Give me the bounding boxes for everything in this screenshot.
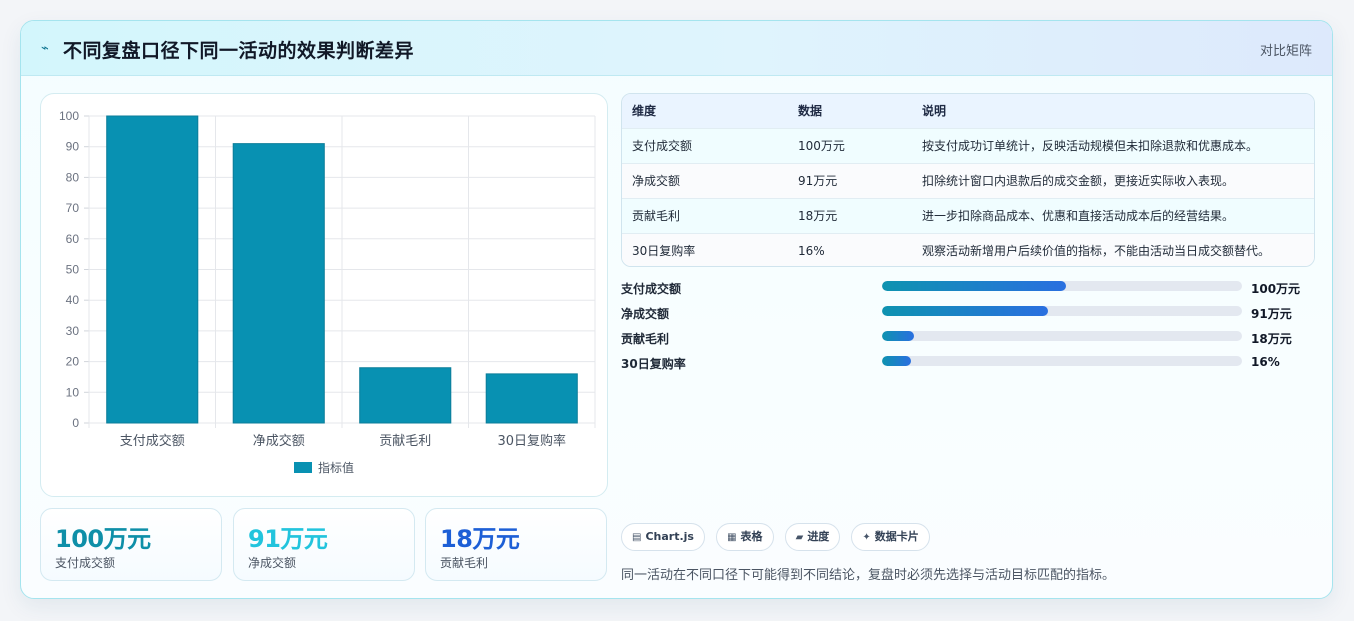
kpi-label: 支付成交额	[55, 556, 116, 570]
table-cell: 16%	[798, 243, 825, 258]
table-cell: 进一步扣除商品成本、优惠和直接活动成本后的经营结果。	[922, 209, 1235, 223]
legend-label: 指标值	[318, 460, 354, 475]
progress-fill	[882, 356, 911, 366]
metrics-table: 维度 数据 说明 支付成交额 100万元 按支付成功订单统计，反映活动规模但未扣…	[621, 93, 1315, 267]
table-row: 净成交额 91万元 扣除统计窗口内退款后的成交金额，更接近实际收入表现。	[622, 163, 1314, 198]
progress-value: 91万元	[1251, 307, 1292, 321]
card-header: ⌁ 不同复盘口径下同一活动的效果判断差异 对比矩阵	[21, 21, 1332, 76]
feature-chips: ▤ Chart.js ▦ 表格 ▰ 进度 ✦ 数据卡片	[621, 523, 936, 551]
kpi-label: 净成交额	[248, 556, 297, 570]
progress-label: 净成交额	[621, 307, 670, 321]
table-cell: 91万元	[798, 174, 838, 188]
y-tick-label: 90	[66, 140, 80, 154]
progress-value: 16%	[1251, 355, 1280, 369]
progress-value: 100万元	[1251, 282, 1301, 296]
progress-track	[882, 331, 1242, 341]
table-row: 贡献毛利 18万元 进一步扣除商品成本、优惠和直接活动成本后的经营结果。	[622, 198, 1314, 233]
bar-chart: 0 10 20 30 40 50 60 70 80 90 100 支付成交额 净成交额 贡献毛利 30日复购…	[59, 109, 596, 475]
x-tick-label: 30日复购率	[497, 433, 566, 449]
chip-data-card[interactable]: ✦ 数据卡片	[851, 523, 930, 551]
chip-label: 数据卡片	[874, 530, 919, 543]
column-header: 维度	[632, 104, 657, 119]
column-header: 说明	[922, 104, 947, 119]
chip-label: 进度	[807, 530, 830, 543]
comparison-card: ⌁ 不同复盘口径下同一活动的效果判断差异 对比矩阵 0 10 20 30 40 50 60 7…	[20, 20, 1333, 599]
chip-chartjs[interactable]: ▤ Chart.js	[621, 523, 705, 551]
table-cell: 扣除统计窗口内退款后的成交金额，更接近实际收入表现。	[922, 174, 1235, 188]
chart-icon: ▤	[632, 532, 642, 543]
y-tick-label: 40	[66, 293, 80, 307]
table-cell: 净成交额	[632, 174, 681, 188]
y-tick-label: 50	[66, 263, 80, 277]
y-tick-label: 10	[66, 385, 80, 399]
progress-label: 支付成交额	[621, 282, 682, 296]
x-tick-label: 净成交额	[253, 433, 305, 449]
chip-table[interactable]: ▦ 表格	[716, 523, 774, 551]
table-row: 30日复购率 16% 观察活动新增用户后续价值的指标，不能由活动当日成交额替代。	[622, 233, 1314, 266]
progress-row: 贡献毛利 18万元	[621, 327, 1315, 352]
x-tick-label: 贡献毛利	[379, 434, 431, 449]
legend-swatch	[294, 462, 312, 473]
kpi-card-net: 91万元 净成交额	[233, 508, 415, 581]
table-cell: 100万元	[798, 139, 845, 153]
progress-value: 18万元	[1251, 332, 1292, 346]
y-tick-label: 30	[66, 324, 80, 338]
table-row: 支付成交额 100万元 按支付成功订单统计，反映活动规模但未扣除退款和优惠成本。	[622, 128, 1314, 163]
kpi-value: 91万元	[248, 525, 328, 553]
footnote: 同一活动在不同口径下可能得到不同结论，复盘时必须先选择与活动目标匹配的指标。	[621, 568, 1116, 583]
bar	[106, 115, 199, 424]
x-tick-label: 支付成交额	[120, 433, 185, 449]
column-header: 数据	[798, 104, 823, 119]
kpi-card-gmv: 100万元 支付成交额	[40, 508, 222, 581]
progress-label: 30日复购率	[621, 357, 686, 371]
sparkle-icon: ✦	[862, 532, 871, 543]
y-tick-label: 0	[72, 416, 79, 430]
trend-icon: ⌁	[41, 41, 49, 56]
progress-row: 30日复购率 16%	[621, 352, 1315, 377]
chip-label: 表格	[740, 530, 763, 543]
table-cell: 30日复购率	[632, 244, 696, 259]
progress-label: 贡献毛利	[621, 332, 670, 346]
progress-icon: ▰	[795, 532, 804, 543]
table-cell: 观察活动新增用户后续价值的指标，不能由活动当日成交额替代。	[922, 244, 1271, 259]
kpi-label: 贡献毛利	[440, 556, 489, 570]
kpi-value: 18万元	[440, 525, 520, 553]
kpi-value: 100万元	[55, 525, 151, 553]
table-cell: 按支付成功订单统计，反映活动规模但未扣除退款和优惠成本。	[922, 139, 1259, 153]
progress-row: 支付成交额 100万元	[621, 277, 1315, 302]
y-tick-label: 70	[66, 201, 80, 215]
y-tick-label: 20	[66, 355, 80, 369]
table-cell: 支付成交额	[632, 139, 693, 153]
progress-track	[882, 281, 1242, 291]
progress-track	[882, 306, 1242, 316]
kpi-card-margin: 18万元 贡献毛利	[425, 508, 607, 581]
bar-chart-panel: 0 10 20 30 40 50 60 70 80 90 100 支付成交额 净成交额 贡献毛利 30日复购…	[40, 93, 608, 497]
progress-row: 净成交额 91万元	[621, 302, 1315, 327]
table-cell: 贡献毛利	[632, 209, 681, 223]
table-icon: ▦	[727, 532, 737, 543]
page-title: 不同复盘口径下同一活动的效果判断差异	[63, 40, 415, 62]
table-cell: 18万元	[798, 209, 838, 223]
header-tag: 对比矩阵	[1259, 44, 1312, 59]
y-tick-label: 80	[66, 170, 80, 184]
progress-list: 支付成交额 100万元 净成交额 91万元 贡献毛利 18万元 30日复购率 1…	[621, 277, 1315, 377]
progress-fill	[882, 306, 1048, 316]
progress-fill	[882, 281, 1066, 291]
chip-label: Chart.js	[645, 530, 694, 543]
progress-track	[882, 356, 1242, 366]
bar	[232, 143, 325, 424]
table-header-row: 维度 数据 说明	[622, 94, 1314, 128]
progress-fill	[882, 331, 915, 341]
y-tick-label: 60	[66, 232, 80, 246]
bar	[485, 373, 578, 424]
y-tick-label: 100	[59, 109, 79, 123]
bar	[359, 367, 452, 424]
chip-progress[interactable]: ▰ 进度	[784, 523, 841, 551]
